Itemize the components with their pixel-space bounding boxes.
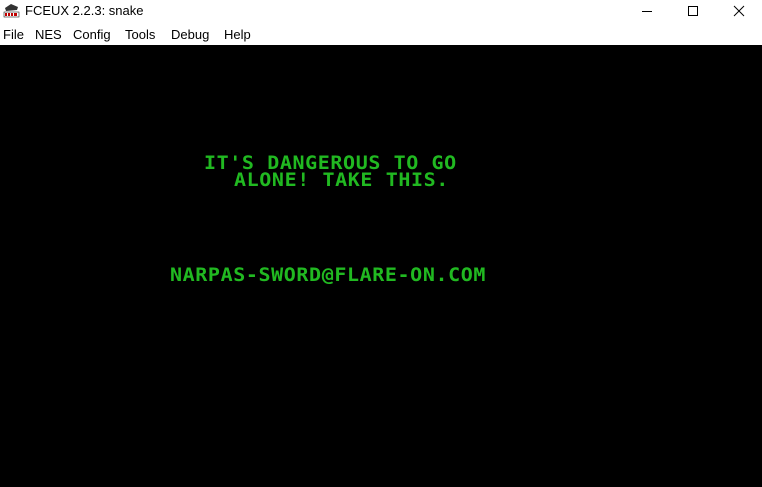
window-title: FCEUX 2.2.3: snake	[25, 3, 144, 18]
game-message-line-2: ALONE! TAKE THIS.	[234, 168, 449, 191]
menu-file[interactable]: File	[3, 26, 24, 43]
maximize-button[interactable]	[670, 0, 716, 22]
menu-bar: File NES Config Tools Debug Help	[0, 23, 762, 45]
close-icon	[733, 5, 745, 17]
game-screen[interactable]: IT'S DANGEROUS TO GO ALONE! TAKE THIS. N…	[0, 45, 762, 487]
minimize-icon	[642, 11, 652, 12]
fceux-app-icon[interactable]	[3, 2, 20, 19]
menu-help[interactable]: Help	[224, 26, 251, 43]
menu-nes[interactable]: NES	[35, 26, 62, 43]
flag-email-text: NARPAS-SWORD@FLARE-ON.COM	[170, 263, 487, 286]
menu-debug[interactable]: Debug	[171, 26, 209, 43]
maximize-icon	[688, 6, 698, 16]
close-button[interactable]	[716, 0, 762, 22]
fceux-window: FCEUX 2.2.3: snake File NES Config Tools…	[0, 0, 762, 487]
menu-config[interactable]: Config	[73, 26, 111, 43]
minimize-button[interactable]	[624, 0, 670, 22]
menu-tools[interactable]: Tools	[125, 26, 155, 43]
title-bar[interactable]: FCEUX 2.2.3: snake	[0, 0, 762, 22]
